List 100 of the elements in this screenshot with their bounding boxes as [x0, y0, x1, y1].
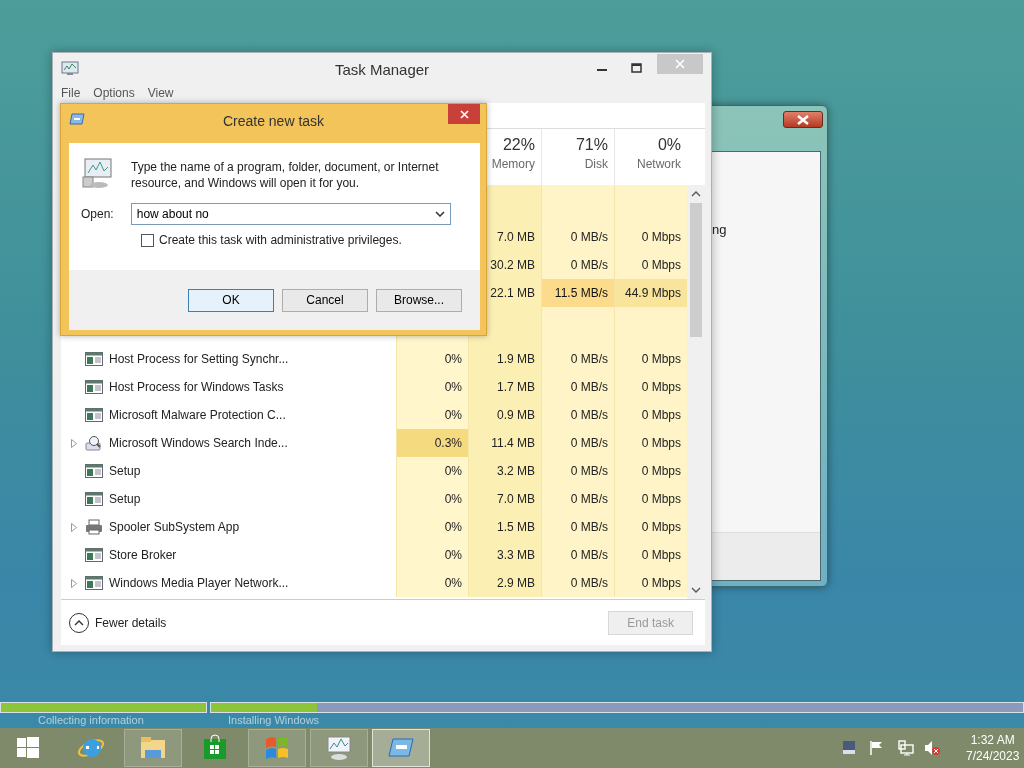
table-cell: 0% [396, 569, 468, 597]
table-cell: 0 MB/s [541, 345, 614, 373]
window-icon [85, 492, 103, 506]
process-name: Spooler SubSystem App [109, 519, 240, 536]
checkbox[interactable] [141, 233, 154, 247]
scrollbar[interactable] [687, 185, 705, 599]
dialog-title: Create new task [222, 112, 325, 131]
checkbox-label: Create this task with administrative privileges. [159, 232, 402, 249]
process-name: Host Process for Windows Tasks [109, 379, 284, 396]
table-cell: 0.9 MB [468, 401, 541, 429]
expand-icon[interactable] [71, 438, 77, 448]
table-cell: 7.0 MB [468, 485, 541, 513]
menu-item[interactable]: File [61, 84, 81, 102]
window-icon [85, 380, 103, 394]
window-icon [85, 464, 103, 478]
text-fragment: ng [712, 221, 727, 239]
close-icon [797, 114, 809, 125]
fewer-details-link[interactable]: Fewer details [95, 613, 167, 632]
taskbar-button[interactable] [248, 729, 306, 767]
volume-muted-icon[interactable] [923, 740, 941, 756]
table-cell: 0 MB/s [541, 513, 614, 541]
instruction-text: Type the name of a program, folder, document, or Internet resource, and Windows will open it for you. [131, 159, 440, 191]
table-cell: 0 Mbps [614, 223, 687, 251]
chevron-up-icon [74, 619, 84, 626]
table-cell: 0 MB/s [541, 541, 614, 569]
setup-step-text: Installing Windows [228, 714, 320, 727]
process-name: Setup [109, 463, 141, 480]
table-cell: 1.9 MB [468, 345, 541, 373]
table-cell: 2.9 MB [468, 569, 541, 597]
table-cell: 0 Mbps [614, 513, 687, 541]
menu-item[interactable]: View [147, 84, 174, 102]
close-icon [675, 59, 685, 69]
computer-icon [81, 155, 113, 189]
window-icon [85, 352, 103, 366]
table-cell: 0% [396, 457, 468, 485]
table-cell: 0 MB/s [541, 401, 614, 429]
windows-flag-icon [263, 734, 291, 762]
table-cell: 0% [396, 513, 468, 541]
task-manager-icon [61, 60, 79, 76]
store-icon [201, 734, 229, 762]
table-cell: 0 Mbps [614, 345, 687, 373]
table-cell: 0 MB/s [541, 457, 614, 485]
process-name: Microsoft Malware Protection C... [109, 407, 286, 424]
table-cell: 0 Mbps [614, 485, 687, 513]
monitor-icon [325, 734, 353, 762]
dialog-button[interactable]: Cancel [282, 288, 368, 312]
table-cell: 44.9 Mbps [614, 279, 687, 307]
field-label: Open: [81, 206, 114, 223]
dialog-button[interactable]: Browse... [376, 288, 462, 312]
table-cell: 0 MB/s [541, 569, 614, 597]
table-cell: 0 MB/s [541, 223, 614, 251]
expand-icon[interactable] [71, 522, 77, 532]
table-cell: 1.7 MB [468, 373, 541, 401]
window-title: Task Manager [334, 61, 430, 78]
process-name: Setup [109, 491, 141, 508]
table-cell: 0 Mbps [614, 541, 687, 569]
taskbar-button[interactable] [124, 729, 182, 767]
table-cell: 0 Mbps [614, 373, 687, 401]
window-icon [85, 576, 103, 590]
magnifier-icon [85, 435, 103, 451]
clock-date[interactable]: 7/24/2023 [966, 748, 1020, 764]
table-cell: 3.2 MB [468, 457, 541, 485]
expand-icon[interactable] [71, 578, 77, 588]
table-cell: 0% [396, 401, 468, 429]
table-cell: 1.5 MB [468, 513, 541, 541]
table-cell: 0 Mbps [614, 457, 687, 485]
table-cell: 0 Mbps [614, 429, 687, 457]
table-cell: 0% [396, 373, 468, 401]
setup-step-text: Collecting information [38, 714, 144, 727]
menu-item[interactable]: Options [93, 84, 135, 102]
table-cell: 0 MB/s [541, 429, 614, 457]
table-cell: 0 MB/s [541, 485, 614, 513]
table-cell: 0 Mbps [614, 251, 687, 279]
window-icon [85, 408, 103, 422]
table-cell: 0% [396, 485, 468, 513]
scrollbar-thumb[interactable] [690, 203, 702, 337]
printer-icon [85, 519, 103, 535]
table-cell: 0 MB/s [541, 251, 614, 279]
table-cell: 0% [396, 345, 468, 373]
run-icon [69, 113, 85, 125]
table-cell: 3.3 MB [468, 541, 541, 569]
taskbar-button[interactable] [310, 729, 368, 767]
table-cell: 0 Mbps [614, 401, 687, 429]
table-cell: 0 MB/s [541, 373, 614, 401]
maximize-icon [630, 63, 642, 73]
dialog-button[interactable]: OK [188, 288, 274, 312]
table-cell: 0 Mbps [614, 569, 687, 597]
process-name: Microsoft Windows Search Inde... [109, 435, 288, 452]
table-cell: 0% [396, 541, 468, 569]
clock-time[interactable]: 1:32 AM [966, 732, 1020, 748]
window-icon [85, 548, 103, 562]
table-cell: 11.5 MB/s [541, 279, 614, 307]
process-name: Store Broker [109, 547, 177, 564]
network-icon[interactable] [896, 740, 914, 756]
close-button[interactable] [783, 111, 823, 128]
table-cell: 11.4 MB [468, 429, 541, 457]
process-name: Windows Media Player Network... [109, 575, 289, 592]
close-icon [459, 109, 469, 119]
scroll-up-icon[interactable] [691, 191, 701, 197]
scroll-down-icon[interactable] [691, 587, 701, 593]
